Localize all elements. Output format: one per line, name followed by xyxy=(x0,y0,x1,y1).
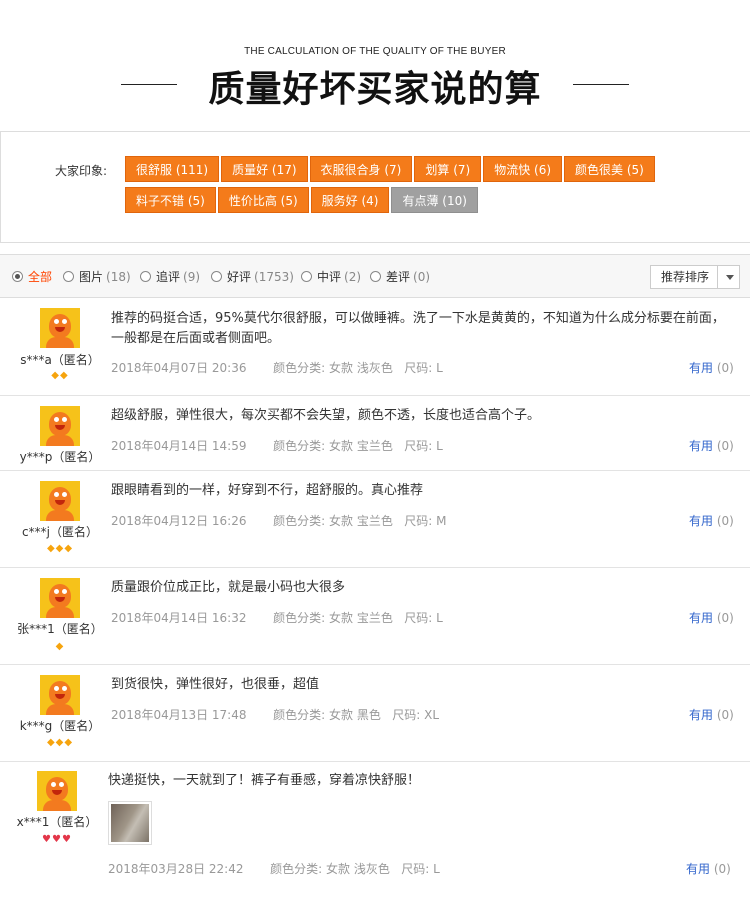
reviewer-level-icon: ◆◆◆ xyxy=(46,543,74,554)
review-meta: 2018年04月12日 16:26 颜色分类: 女款 宝兰色 尺码: M xyxy=(111,514,447,528)
sort-divider xyxy=(717,266,718,288)
impression-tag[interactable]: 料子不错 (5) xyxy=(125,187,216,213)
avatar xyxy=(40,406,80,446)
review-item: s***a（匿名） ◆◆ 推荐的码挺合适，95%莫代尔很舒服，可以做睡裤。洗了一… xyxy=(0,298,750,396)
reviewer-level-icon: ◆ xyxy=(55,641,65,652)
useful-button[interactable]: 有用 (0) xyxy=(689,359,734,376)
reviewer-nick: s***a（匿名） xyxy=(20,353,100,367)
review-item: 张***1（匿名） ◆ 质量跟价位成正比，就是最小码也大很多 2018年04月1… xyxy=(0,568,750,665)
reviewer-level-icon: ◆◆ xyxy=(51,370,69,381)
radio-icon[interactable] xyxy=(12,271,23,282)
review-meta: 2018年04月07日 20:36 颜色分类: 女款 浅灰色 尺码: L xyxy=(111,361,443,375)
review-meta: 2018年04月13日 17:48 颜色分类: 女款 黑色 尺码: XL xyxy=(111,708,440,722)
review-item: c***j（匿名） ◆◆◆ 跟眼睛看到的一样，好穿到不行，超舒服的。真心推荐 2… xyxy=(0,471,750,568)
sort-label: 推荐排序 xyxy=(661,270,710,284)
impression-tag[interactable]: 物流快 (6) xyxy=(483,156,563,182)
useful-button[interactable]: 有用 (0) xyxy=(689,706,734,723)
review-filter-bar: 全部 图片 (18) 追评 (9) 好评 (1753) 中评 (2) 差评 (0… xyxy=(0,254,750,298)
reviewer-level-icon: ♥♥♥ xyxy=(42,834,72,845)
review-meta: 2018年04月14日 14:59 颜色分类: 女款 宝兰色 尺码: L xyxy=(111,439,443,453)
filter-followup[interactable]: 追评 (9) xyxy=(140,268,200,285)
impression-tag[interactable]: 衣服很合身 (7) xyxy=(309,156,413,182)
impressions-panel: 大家印象: 很舒服 (111) 质量好 (17) 衣服很合身 (7) 划算 (7… xyxy=(0,131,750,243)
avatar xyxy=(37,771,77,811)
impression-tag[interactable]: 服务好 (4) xyxy=(310,187,390,213)
avatar xyxy=(40,481,80,521)
radio-icon[interactable] xyxy=(63,271,74,282)
filter-neutral[interactable]: 中评 (2) xyxy=(301,268,361,285)
filter-all[interactable]: 全部 xyxy=(12,268,52,285)
avatar xyxy=(40,578,80,618)
review-text: 跟眼睛看到的一样，好穿到不行，超舒服的。真心推荐 xyxy=(111,483,424,498)
impression-tag[interactable]: 性价比高 (5) xyxy=(217,187,309,213)
review-item: y***p（匿名） 超级舒服，弹性很大，每次买都不会失望，颜色不透，长度也适合高… xyxy=(0,396,750,471)
header-rule-right xyxy=(573,84,629,85)
impressions-label: 大家印象: xyxy=(55,164,108,178)
review-text: 到货很快，弹性很好，也很垂，超值 xyxy=(111,677,320,692)
useful-button[interactable]: 有用 (0) xyxy=(689,437,734,454)
review-photo-thumbnail[interactable] xyxy=(108,801,152,845)
reviewer-nick: 张***1（匿名） xyxy=(17,622,103,636)
filter-negative[interactable]: 差评 (0) xyxy=(370,268,430,285)
avatar xyxy=(40,675,80,715)
sort-dropdown[interactable]: 推荐排序 xyxy=(650,265,740,289)
filter-positive[interactable]: 好评 (1753) xyxy=(211,268,294,285)
radio-icon[interactable] xyxy=(211,271,222,282)
page-title: 质量好坏买家说的算 xyxy=(208,69,542,110)
review-text: 超级舒服，弹性很大，每次买都不会失望，颜色不透，长度也适合高个子。 xyxy=(111,408,541,423)
impression-tag[interactable]: 划算 (7) xyxy=(414,156,482,182)
useful-button[interactable]: 有用 (0) xyxy=(689,609,734,626)
radio-icon[interactable] xyxy=(301,271,312,282)
review-text: 推荐的码挺合适，95%莫代尔很舒服，可以做睡裤。洗了一下水是黄黄的，不知道为什么… xyxy=(111,311,725,346)
filter-images[interactable]: 图片 (18) xyxy=(63,268,131,285)
useful-button[interactable]: 有用 (0) xyxy=(686,860,731,877)
chevron-down-icon[interactable] xyxy=(726,275,734,280)
review-item: k***g（匿名） ◆◆◆ 到货很快，弹性很好，也很垂，超值 2018年04月1… xyxy=(0,665,750,762)
review-text: 质量跟价位成正比，就是最小码也大很多 xyxy=(111,580,346,595)
impression-tag-negative[interactable]: 有点薄 (10) xyxy=(391,187,478,213)
reviewer-nick: x***1（匿名） xyxy=(16,815,98,829)
impression-tags: 很舒服 (111) 质量好 (17) 衣服很合身 (7) 划算 (7) 物流快 … xyxy=(125,156,685,218)
review-meta: 2018年03月28日 22:42 颜色分类: 女款 浅灰色 尺码: L xyxy=(108,862,440,876)
review-item: x***1（匿名） ♥♥♥ 快递挺快，一天就到了！裤子有垂感，穿着凉快舒服！ 2… xyxy=(0,762,750,918)
reviewer-nick: c***j（匿名） xyxy=(22,525,98,539)
impression-tag[interactable]: 质量好 (17) xyxy=(221,156,308,182)
review-meta: 2018年04月14日 16:32 颜色分类: 女款 宝兰色 尺码: L xyxy=(111,611,443,625)
impression-tag[interactable]: 很舒服 (111) xyxy=(125,156,220,182)
impression-tag[interactable]: 颜色很美 (5) xyxy=(564,156,655,182)
reviewer-level-icon: ◆◆◆ xyxy=(46,737,74,748)
reviewer-nick: k***g（匿名） xyxy=(19,719,101,733)
useful-button[interactable]: 有用 (0) xyxy=(689,512,734,529)
radio-icon[interactable] xyxy=(140,271,151,282)
radio-icon[interactable] xyxy=(370,271,381,282)
review-text: 快递挺快，一天就到了！裤子有垂感，穿着凉快舒服！ xyxy=(108,773,421,788)
avatar xyxy=(40,308,80,348)
reviewer-nick: y***p（匿名） xyxy=(19,450,101,464)
header-subtitle: THE CALCULATION OF THE QUALITY OF THE BU… xyxy=(244,46,506,57)
